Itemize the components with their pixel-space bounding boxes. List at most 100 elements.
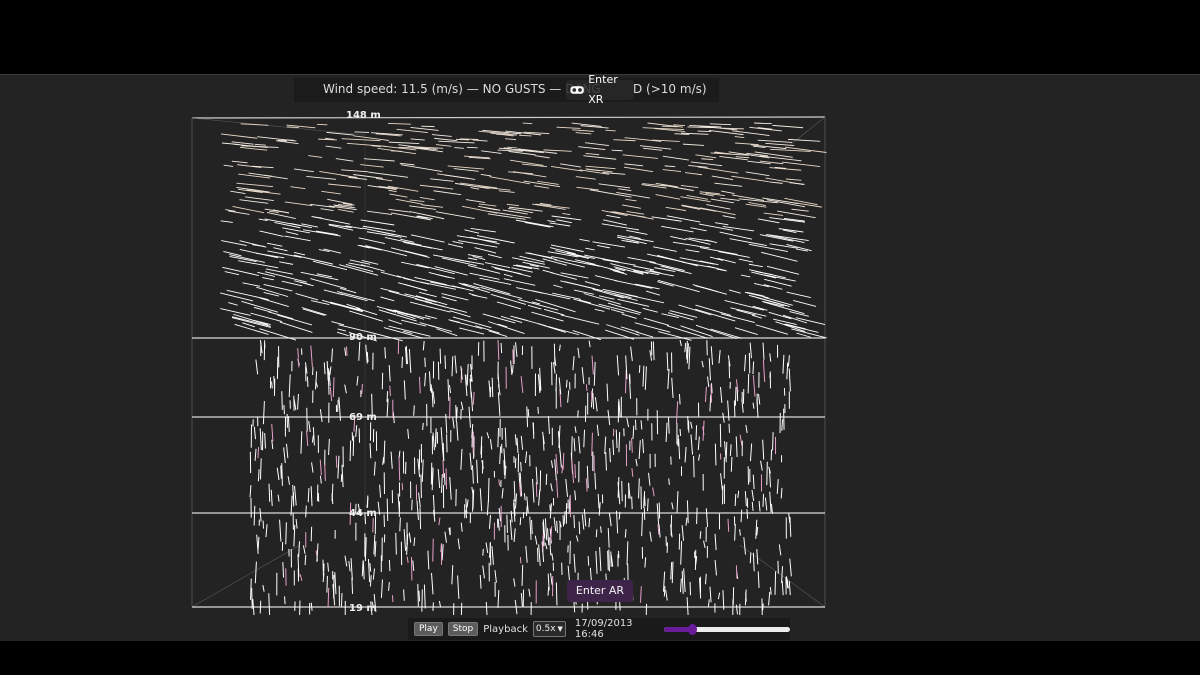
playback-speed-select[interactable]: 0.5x ▼: [532, 621, 566, 637]
wind-streak: [573, 438, 576, 452]
wind-streak: [339, 287, 357, 294]
wind-streak: [467, 257, 478, 261]
wind-streak: [238, 173, 271, 179]
wind-streak: [596, 424, 599, 436]
wind-streak: [544, 542, 548, 550]
wind-streak: [756, 549, 759, 565]
wind-streak: [772, 124, 804, 129]
wind-streak: [328, 183, 362, 188]
wind-streak: [369, 575, 372, 587]
wind-streak: [594, 308, 605, 312]
wind-streak: [789, 182, 805, 185]
wind-streak: [348, 561, 351, 572]
wind-streak: [769, 491, 772, 513]
wind-streak: [737, 490, 740, 498]
wind-streak: [413, 405, 415, 416]
wind-streak: [383, 440, 386, 464]
wind-streak: [338, 208, 354, 213]
wind-streak: [695, 425, 698, 441]
wind-streak: [554, 459, 557, 481]
wind-streak: [756, 526, 759, 536]
wind-streak: [534, 535, 538, 545]
wind-streak: [621, 313, 637, 319]
vr-goggles-icon: [570, 86, 584, 94]
timeline-slider-thumb[interactable]: [687, 623, 697, 635]
wind-streak: [786, 291, 811, 299]
wind-streak: [571, 436, 573, 458]
timeline-slider[interactable]: [664, 623, 790, 635]
wind-streak: [498, 507, 501, 522]
wind-streak: [266, 212, 296, 220]
wind-streak: [268, 311, 294, 320]
wind-streak: [730, 456, 733, 472]
wind-streak: [457, 538, 461, 550]
wind-streak: [497, 427, 499, 448]
wind-streak: [306, 176, 337, 180]
wind-streak: [390, 212, 431, 221]
wind-streak: [255, 252, 285, 259]
wind-streak: [297, 357, 300, 368]
wind-streak: [314, 371, 318, 390]
wind-streak: [440, 427, 444, 450]
wind-streak: [251, 587, 253, 609]
wind-streak: [363, 158, 395, 162]
wind-streak: [257, 271, 275, 277]
wind-streak: [329, 366, 332, 376]
chevron-down-icon: ▼: [557, 625, 563, 633]
wind-streak: [708, 358, 711, 381]
wind-streak: [718, 349, 721, 364]
wind-streak: [785, 178, 802, 181]
wind-streak: [597, 493, 600, 509]
wind-streak: [754, 122, 772, 125]
wind-streak: [491, 377, 494, 398]
wind-streak: [509, 519, 513, 541]
stop-button[interactable]: Stop: [447, 622, 479, 636]
play-button[interactable]: Play: [414, 622, 443, 636]
wind-streak: [504, 427, 507, 448]
wind-streak: [656, 503, 660, 526]
wind-streak: [469, 272, 500, 280]
wind-streak: [346, 346, 348, 356]
wind-streak: [316, 273, 333, 278]
enter-xr-button[interactable]: Enter XR: [566, 73, 634, 106]
wind-streak: [367, 210, 393, 215]
wind-streak: [242, 282, 261, 287]
wind-streak: [683, 568, 686, 593]
enter-ar-button[interactable]: Enter AR: [567, 580, 633, 602]
wind-streak: [735, 156, 750, 159]
wind-streak: [327, 587, 330, 607]
wind-streak: [301, 307, 327, 316]
wind-streak: [326, 575, 328, 593]
wind-streak: [497, 392, 501, 416]
wind-particle-scene[interactable]: [180, 105, 840, 615]
wind-streak: [449, 476, 452, 500]
wind-streak: [731, 175, 769, 183]
wind-streak: [755, 324, 789, 335]
wind-streak: [513, 578, 516, 587]
wind-streak: [601, 209, 628, 217]
wind-streak: [491, 546, 494, 565]
wind-streak: [282, 562, 285, 578]
wind-streak: [395, 532, 397, 555]
wind-streak: [276, 467, 280, 481]
wind-streak: [444, 174, 476, 180]
wind-streak: [591, 355, 594, 375]
wind-streak: [298, 541, 301, 558]
wind-streak: [729, 238, 767, 247]
wind-streak: [706, 204, 731, 210]
wind-streak: [488, 330, 508, 337]
wind-streak: [745, 203, 767, 208]
wind-streak: [478, 203, 497, 207]
wind-streak: [498, 190, 515, 193]
wind-streak: [709, 123, 732, 126]
wind-streak: [323, 362, 326, 375]
wind-streak: [500, 342, 503, 354]
wind-streak: [774, 571, 777, 595]
wind-streak: [652, 341, 655, 361]
wind-streak: [390, 247, 430, 258]
wind-streak: [398, 457, 401, 481]
wind-streak: [763, 301, 805, 315]
wind-streak: [259, 428, 262, 451]
wind-streak: [722, 215, 736, 219]
wind-streak: [259, 458, 262, 480]
